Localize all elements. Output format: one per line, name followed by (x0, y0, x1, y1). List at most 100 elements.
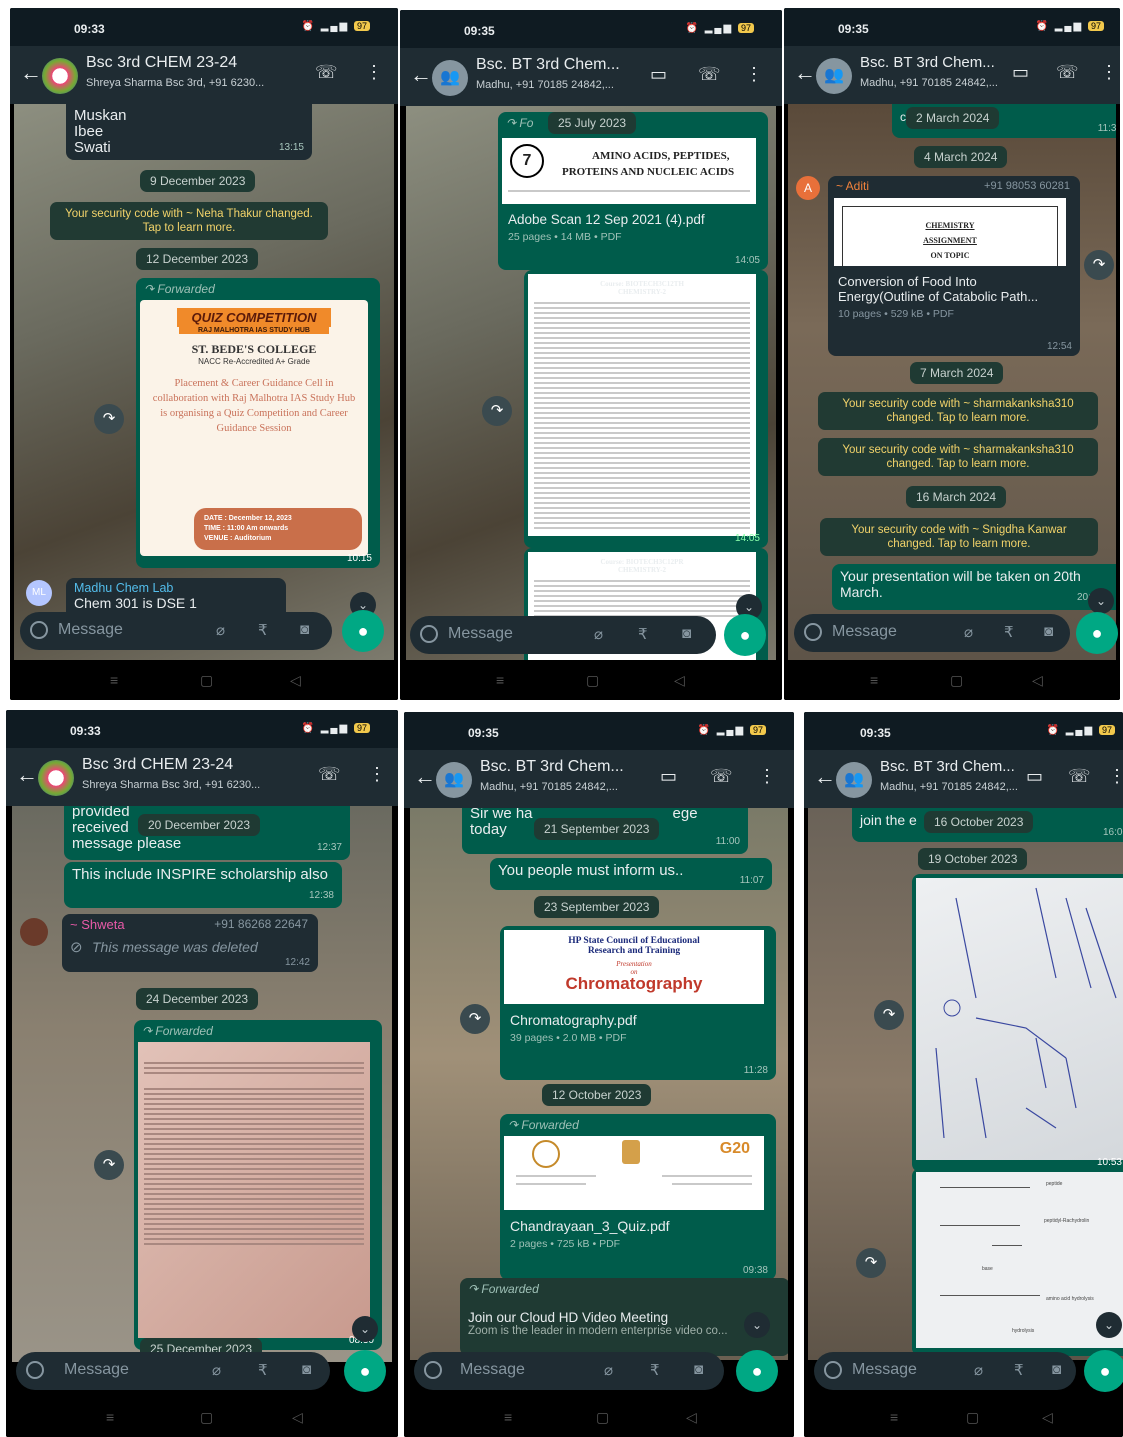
forwarded-document-message[interactable]: ↷ Fo 7 AMINO ACIDS, PEPTIDES, PROTEINS A… (498, 112, 768, 270)
chat-subtitle[interactable]: Madhu, +91 70185 24842,... (480, 781, 646, 793)
message-bubble[interactable]: Muskan Ibee Swati 13:15 (66, 104, 312, 160)
share-icon[interactable]: ↷ (482, 396, 512, 426)
emoji-icon[interactable] (804, 623, 822, 641)
notice-photo[interactable] (138, 1042, 370, 1338)
add-call-icon[interactable]: ☏ (315, 62, 338, 83)
home-icon[interactable]: ▢ (596, 1409, 609, 1426)
forwarded-image-message[interactable]: ↷ Forwarded QUIZ COMPETITION RAJ MALHOTR… (136, 278, 380, 568)
chat-subtitle[interactable]: Madhu, +91 70185 24842,... (860, 77, 1010, 89)
reaction-diagram-photo[interactable]: peptide peptidyl-Rachydrolin base amino … (916, 1172, 1123, 1348)
chat-header[interactable]: ← 👥 Bsc. BT 3rd Chem... Madhu, +91 70185… (400, 48, 782, 106)
home-icon[interactable]: ▢ (200, 1409, 213, 1426)
scroll-down-icon[interactable]: ⌄ (1096, 1312, 1122, 1338)
rupee-icon[interactable]: ₹ (258, 1361, 268, 1379)
message-bubble[interactable]: Your presentation will be taken on 20th … (832, 564, 1116, 610)
voice-call-icon[interactable]: ☏ (1056, 62, 1079, 83)
message-input[interactable]: Message (58, 621, 123, 639)
document-name[interactable]: Chandrayaan_3_Quiz.pdf (510, 1218, 670, 1234)
emoji-icon[interactable] (26, 1361, 44, 1379)
chat-title[interactable]: Bsc. BT 3rd Chem... (480, 758, 646, 776)
group-avatar[interactable] (38, 760, 74, 796)
more-options-icon[interactable]: ⋮ (1108, 766, 1123, 787)
group-avatar[interactable]: 👥 (836, 762, 872, 798)
mic-icon[interactable]: ● (342, 610, 384, 652)
voice-call-icon[interactable]: ☏ (710, 766, 733, 787)
rupee-icon[interactable]: ₹ (638, 625, 648, 643)
menu-icon[interactable]: ≡ (496, 672, 504, 688)
mic-icon[interactable]: ● (724, 614, 766, 656)
link-title[interactable]: Join our Cloud HD Video Meeting (468, 1310, 782, 1325)
document-preview[interactable]: 7 AMINO ACIDS, PEPTIDES, PROTEINS AND NU… (502, 138, 756, 204)
attach-icon[interactable]: ⌀ (212, 1361, 221, 1379)
document-name[interactable]: Chromatography.pdf (510, 1012, 637, 1028)
quiz-poster-image[interactable]: QUIZ COMPETITION RAJ MALHOTRA IAS STUDY … (140, 300, 368, 556)
camera-icon[interactable]: ◙ (1052, 1361, 1061, 1378)
message-box[interactable]: Message ⌀ ₹ ◙ (16, 1352, 330, 1390)
rupee-icon[interactable]: ₹ (258, 621, 268, 639)
menu-icon[interactable]: ≡ (106, 1409, 114, 1425)
message-input[interactable]: Message (448, 625, 513, 643)
back-nav-icon[interactable]: ◁ (292, 1409, 303, 1426)
security-notice[interactable]: Your security code with ~ Neha Thakur ch… (50, 202, 328, 240)
group-avatar[interactable]: 👥 (432, 60, 468, 96)
back-nav-icon[interactable]: ◁ (686, 1409, 697, 1426)
back-arrow-icon[interactable]: ← (410, 62, 432, 88)
menu-icon[interactable]: ≡ (504, 1409, 512, 1425)
chat-header[interactable]: ← Bsc 3rd CHEM 23-24 Shreya Sharma Bsc 3… (6, 748, 398, 806)
security-notice[interactable]: Your security code with ~ sharmakanksha3… (818, 392, 1098, 430)
back-nav-icon[interactable]: ◁ (1042, 1409, 1053, 1426)
message-input[interactable]: Message (64, 1361, 129, 1379)
chat-title[interactable]: Bsc 3rd CHEM 23-24 (82, 756, 302, 774)
home-icon[interactable]: ▢ (950, 672, 963, 689)
sender-avatar[interactable]: ML (26, 580, 52, 606)
back-nav-icon[interactable]: ◁ (290, 672, 301, 689)
attach-icon[interactable]: ⌀ (216, 621, 225, 639)
message-box[interactable]: Message ⌀ ₹ ◙ (20, 612, 332, 650)
message-box[interactable]: Message ⌀ ₹ ◙ (410, 616, 716, 654)
emoji-icon[interactable] (30, 621, 48, 639)
back-nav-icon[interactable]: ◁ (1032, 672, 1043, 689)
message-bubble[interactable]: This include INSPIRE scholarship also 12… (64, 862, 342, 908)
camera-icon[interactable]: ◙ (300, 621, 309, 638)
group-avatar[interactable]: 👥 (436, 762, 472, 798)
share-icon[interactable]: ↷ (94, 404, 124, 434)
image-message[interactable]: peptide peptidyl-Rachydrolin base amino … (912, 1168, 1123, 1356)
message-bubble[interactable]: You people must inform us.. 11:07 (490, 858, 772, 890)
scroll-down-icon[interactable]: ⌄ (744, 1312, 770, 1338)
back-arrow-icon[interactable]: ← (814, 764, 836, 790)
mic-icon[interactable]: ● (736, 1350, 778, 1392)
document-preview[interactable]: Course: BIOTECH3C12TH CHEMISTRY-2 (528, 274, 756, 536)
chat-subtitle[interactable]: Madhu, +91 70185 24842,... (476, 79, 636, 91)
message-input[interactable]: Message (852, 1361, 917, 1379)
share-icon[interactable]: ↷ (460, 1004, 490, 1034)
emoji-icon[interactable] (824, 1361, 842, 1379)
emoji-icon[interactable] (420, 625, 438, 643)
message-box[interactable]: Message ⌀ ₹ ◙ (794, 614, 1070, 652)
back-arrow-icon[interactable]: ← (16, 762, 38, 788)
document-name[interactable]: Conversion of Food Into Energy(Outline o… (838, 274, 1064, 304)
video-call-icon[interactable]: ▭ (650, 64, 667, 85)
document-preview[interactable]: G20 (504, 1136, 764, 1210)
voice-call-icon[interactable]: ☏ (1068, 766, 1091, 787)
chat-header[interactable]: ← 👥 Bsc. BT 3rd Chem... Madhu, +91 70185… (804, 750, 1123, 808)
back-arrow-icon[interactable]: ← (20, 60, 42, 86)
group-avatar[interactable]: 👥 (816, 58, 852, 94)
document-name[interactable]: Adobe Scan 12 Sep 2021 (4).pdf (508, 212, 705, 227)
camera-icon[interactable]: ◙ (302, 1361, 311, 1378)
message-box[interactable]: Message ⌀ ₹ ◙ (814, 1352, 1076, 1390)
video-call-icon[interactable]: ▭ (1026, 766, 1043, 787)
back-arrow-icon[interactable]: ← (414, 764, 436, 790)
back-arrow-icon[interactable]: ← (794, 60, 816, 86)
sender-avatar[interactable] (20, 918, 48, 946)
menu-icon[interactable]: ≡ (870, 672, 878, 688)
rupee-icon[interactable]: ₹ (650, 1361, 660, 1379)
mic-icon[interactable]: ● (344, 1350, 386, 1392)
mic-icon[interactable]: ● (1084, 1350, 1123, 1392)
forwarded-document-message[interactable]: ↷ Forwarded G20 Chandrayaan_3_Quiz.pdf 2… (500, 1114, 776, 1280)
sender-name[interactable]: Madhu Chem Lab (74, 581, 278, 595)
mic-icon[interactable]: ● (1076, 612, 1118, 654)
voice-call-icon[interactable]: ☏ (698, 64, 721, 85)
share-icon[interactable]: ↷ (874, 1000, 904, 1030)
security-notice[interactable]: Your security code with ~ sharmakanksha3… (818, 438, 1098, 476)
chat-title[interactable]: Bsc. BT 3rd Chem... (476, 56, 636, 74)
